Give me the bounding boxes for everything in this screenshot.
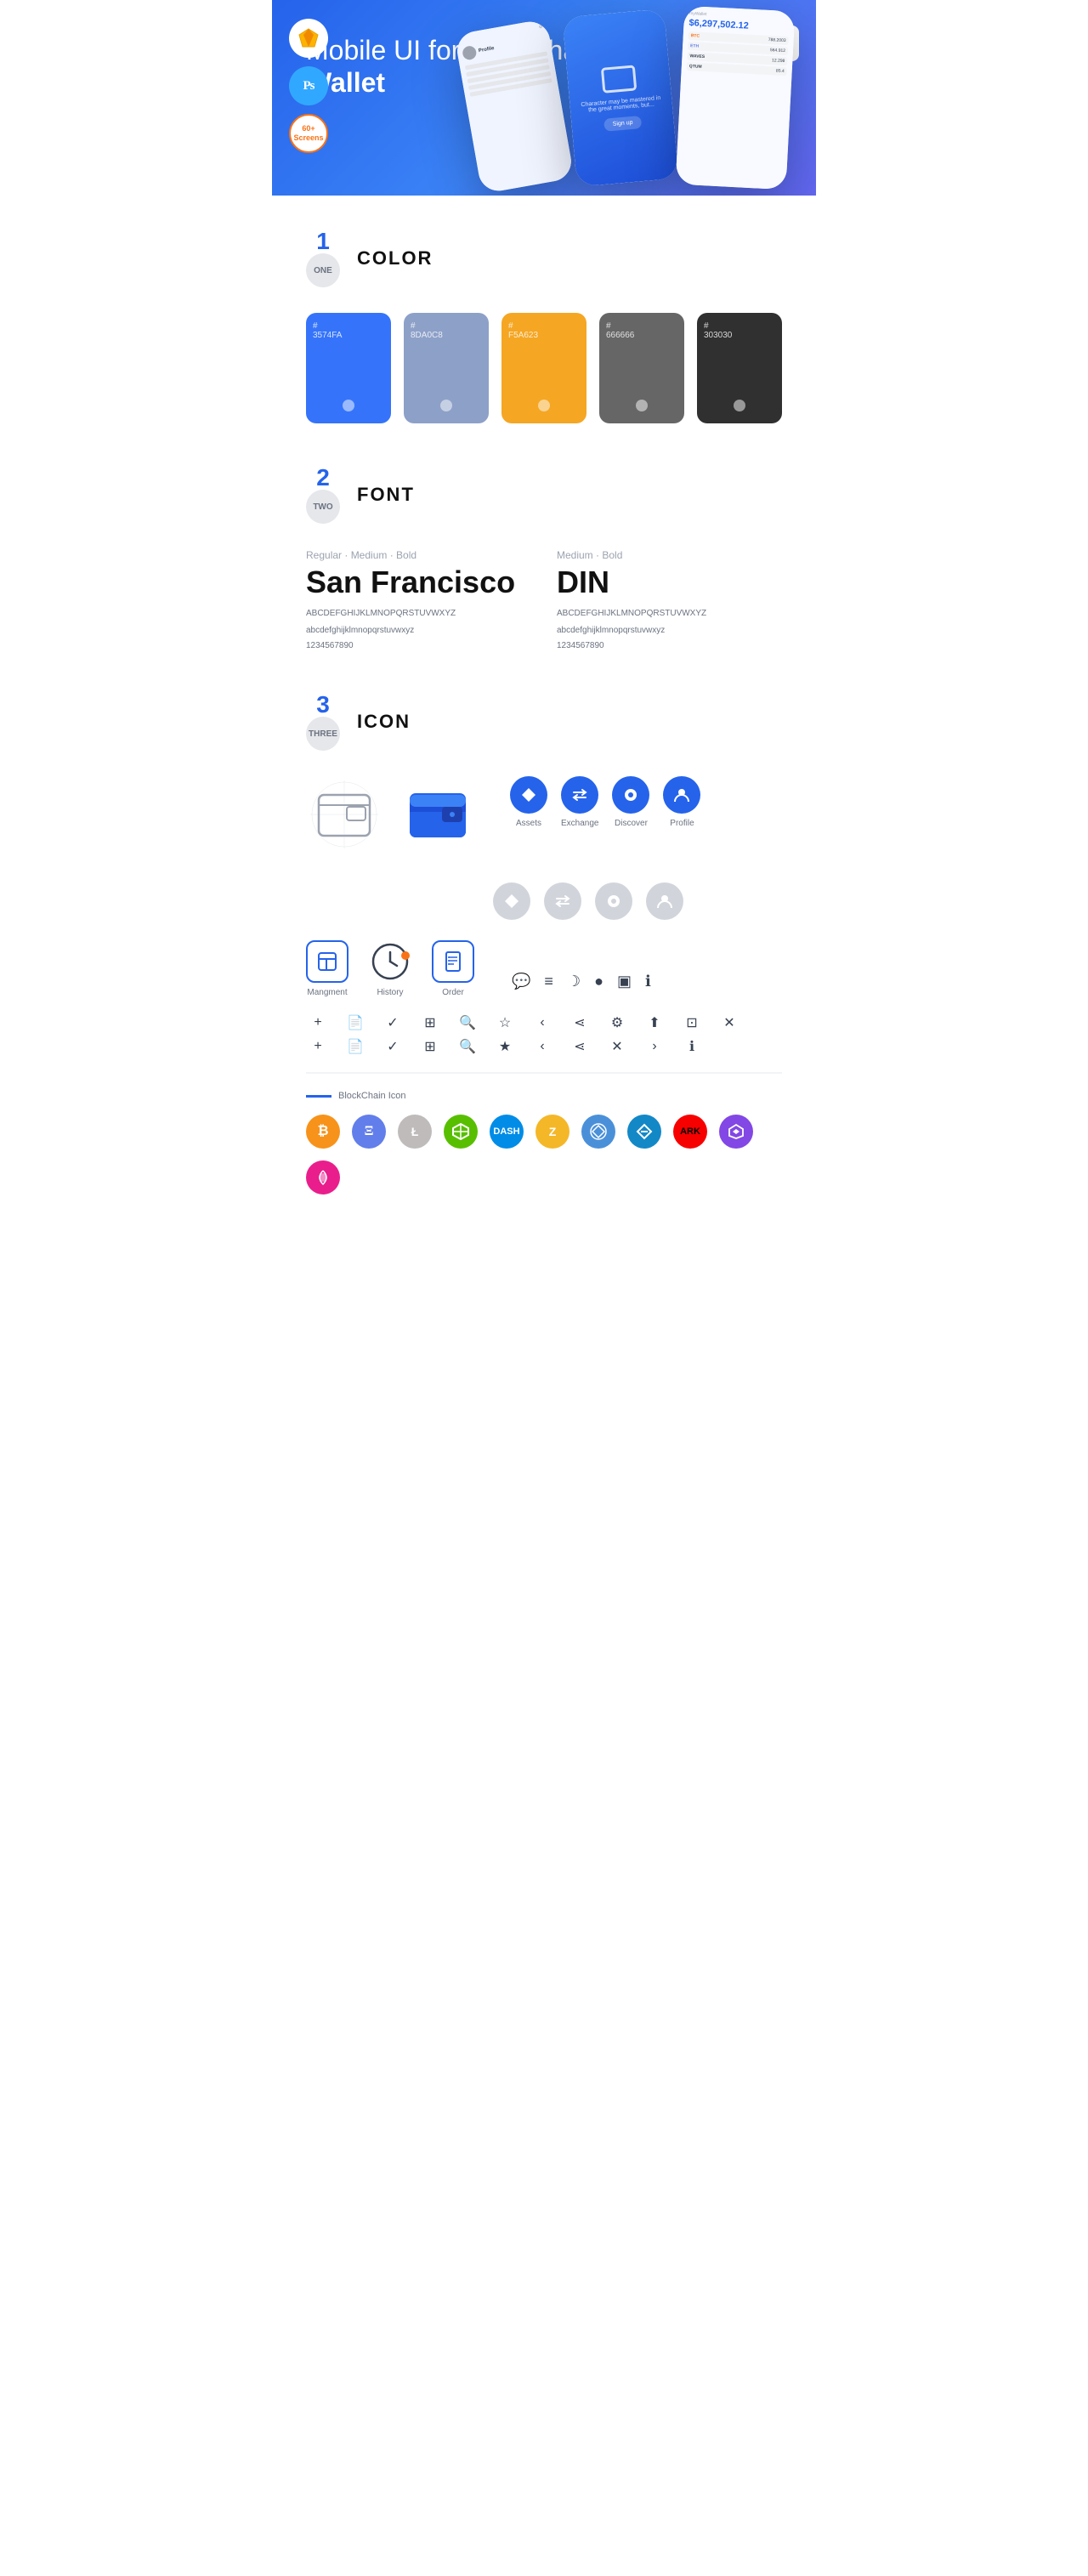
sketch-badge bbox=[289, 19, 328, 58]
ps-badge: Ps bbox=[289, 66, 328, 105]
discover-nav-icon-gray bbox=[595, 882, 632, 920]
nav-icons-row: Assets Exchange Discover bbox=[510, 776, 700, 828]
section-number-2: 2 TWO bbox=[306, 466, 340, 524]
settings-icon: ⚙ bbox=[605, 1014, 629, 1031]
plus-icon: + bbox=[306, 1015, 330, 1030]
font-din: Medium · Bold DIN ABCDEFGHIJKLMNOPQRSTUV… bbox=[557, 549, 782, 650]
back-icon: ‹ bbox=[530, 1015, 554, 1030]
tool-icons-active: + 📄 ✓ ⊞ 🔍 ☆ ‹ ⋖ ⚙ ⬆ ⊡ ✕ bbox=[306, 1014, 782, 1031]
management-icon: Mangment bbox=[306, 940, 348, 997]
misc-icons: 💬 ≡ ☽ ● ▣ ℹ bbox=[512, 973, 651, 997]
tool-icons-inactive: + 📄 ✓ ⊞ 🔍 ★ ‹ ⋖ ✕ › ℹ bbox=[306, 1038, 782, 1055]
discover-nav-icon: Discover bbox=[612, 776, 649, 828]
plus-icon-gray: + bbox=[306, 1039, 330, 1054]
hero-section: Mobile UI for Blockchain Wallet UI Kit P… bbox=[272, 0, 816, 196]
forward-icon-gray: › bbox=[643, 1039, 666, 1054]
star-icon: ☆ bbox=[493, 1014, 517, 1031]
color-swatch-orange: #F5A623 bbox=[502, 313, 586, 423]
color-section: 1 ONE COLOR #3574FA #8DA0C8 #F5A623 #666… bbox=[306, 230, 782, 423]
screens-badge: 60+Screens bbox=[289, 114, 328, 153]
divider bbox=[306, 1072, 782, 1074]
layers-icon: ≡ bbox=[544, 973, 553, 990]
share-icon-gray: ⋖ bbox=[568, 1038, 592, 1055]
search-icon: 🔍 bbox=[456, 1014, 479, 1031]
grid-icon bbox=[581, 1115, 615, 1149]
moon-icon: ☽ bbox=[567, 973, 581, 990]
document-icon: 📄 bbox=[343, 1014, 367, 1031]
share-icon: ⋖ bbox=[568, 1014, 592, 1031]
icon-section: 3 THREE ICON bbox=[306, 693, 782, 1194]
icon-display-row: Assets Exchange Discover bbox=[306, 776, 782, 857]
scan-icon: ⊡ bbox=[680, 1014, 704, 1031]
blockchain-label: BlockChain Icon bbox=[306, 1091, 782, 1101]
phone-right: myWallet $6,297,502.12 BTC 788.2003 ETH … bbox=[676, 6, 796, 190]
app-icons-row: Mangment History Order bbox=[306, 940, 782, 997]
phone-mockups: ⚙ Profile Character may be mastered in t… bbox=[450, 9, 816, 196]
order-icon: Order bbox=[432, 940, 474, 997]
close-icon: ✕ bbox=[717, 1014, 741, 1031]
neo-icon bbox=[444, 1115, 478, 1149]
search-icon-gray: 🔍 bbox=[456, 1038, 479, 1055]
wallet-filled-icon bbox=[400, 776, 476, 857]
chat-icon: 💬 bbox=[512, 973, 530, 990]
profile-nav-icon-gray bbox=[646, 882, 683, 920]
exchange-nav-icon: Exchange bbox=[561, 776, 598, 828]
color-swatches: #3574FA #8DA0C8 #F5A623 #666666 #303030 bbox=[306, 313, 782, 423]
check-icon: ✓ bbox=[381, 1014, 405, 1031]
assets-nav-icon-gray bbox=[493, 882, 530, 920]
qr-icon: ⊞ bbox=[418, 1014, 442, 1031]
font-section-header: 2 TWO FONT bbox=[306, 466, 782, 524]
history-icon: History bbox=[369, 940, 411, 997]
phone-middle: Character may be mastered in the great m… bbox=[563, 9, 679, 187]
upload-icon: ⬆ bbox=[643, 1014, 666, 1031]
info-icon: ℹ bbox=[645, 973, 651, 990]
ltc-icon: Ł bbox=[398, 1115, 432, 1149]
wallet-outline-icon bbox=[306, 776, 382, 857]
blockchain-line bbox=[306, 1095, 332, 1098]
info-icon-gray: ℹ bbox=[680, 1038, 704, 1055]
back-icon-gray: ‹ bbox=[530, 1039, 554, 1054]
circle-icon: ● bbox=[594, 973, 604, 990]
star-icon-active: ★ bbox=[493, 1038, 517, 1055]
check-icon-gray: ✓ bbox=[381, 1038, 405, 1055]
color-swatch-gray: #666666 bbox=[599, 313, 684, 423]
stratis-icon bbox=[627, 1115, 661, 1149]
other-icon bbox=[306, 1160, 340, 1194]
crypto-icons: ₿ Ξ Ł DASH Z ARK bbox=[306, 1115, 782, 1194]
dash-icon: DASH bbox=[490, 1115, 524, 1149]
color-section-header: 1 ONE COLOR bbox=[306, 230, 782, 287]
message-icon: ▣ bbox=[617, 973, 632, 990]
ark-icon: ARK bbox=[673, 1115, 707, 1149]
profile-nav-icon: Profile bbox=[663, 776, 700, 828]
eth-icon: Ξ bbox=[352, 1115, 386, 1149]
misc-icons-row1: 💬 ≡ ☽ ● ▣ ℹ bbox=[512, 973, 651, 990]
btc-icon: ₿ bbox=[306, 1115, 340, 1149]
assets-nav-icon: Assets bbox=[510, 776, 547, 828]
phone-left: ⚙ Profile bbox=[454, 19, 574, 194]
close-icon-gray: ✕ bbox=[605, 1038, 629, 1055]
color-swatch-blue: #3574FA bbox=[306, 313, 391, 423]
document-icon-gray: 📄 bbox=[343, 1038, 367, 1055]
exchange-nav-icon-gray bbox=[544, 882, 581, 920]
main-content: 1 ONE COLOR #3574FA #8DA0C8 #F5A623 #666… bbox=[272, 196, 816, 1271]
font-grid: Regular · Medium · Bold San Francisco AB… bbox=[306, 549, 782, 650]
matic-icon bbox=[719, 1115, 753, 1149]
font-sf: Regular · Medium · Bold San Francisco AB… bbox=[306, 549, 531, 650]
color-swatch-steelblue: #8DA0C8 bbox=[404, 313, 489, 423]
color-swatch-dark: #303030 bbox=[697, 313, 782, 423]
section-number-1: 1 ONE bbox=[306, 230, 340, 287]
icon-section-header: 3 THREE ICON bbox=[306, 693, 782, 751]
zcash-icon: Z bbox=[536, 1115, 570, 1149]
qr-icon-gray: ⊞ bbox=[418, 1038, 442, 1055]
hero-badges: Ps 60+Screens bbox=[289, 19, 328, 153]
font-section: 2 TWO FONT Regular · Medium · Bold San F… bbox=[306, 466, 782, 650]
section-number-3: 3 THREE bbox=[306, 693, 340, 751]
nav-icons-gray-row bbox=[493, 882, 782, 920]
